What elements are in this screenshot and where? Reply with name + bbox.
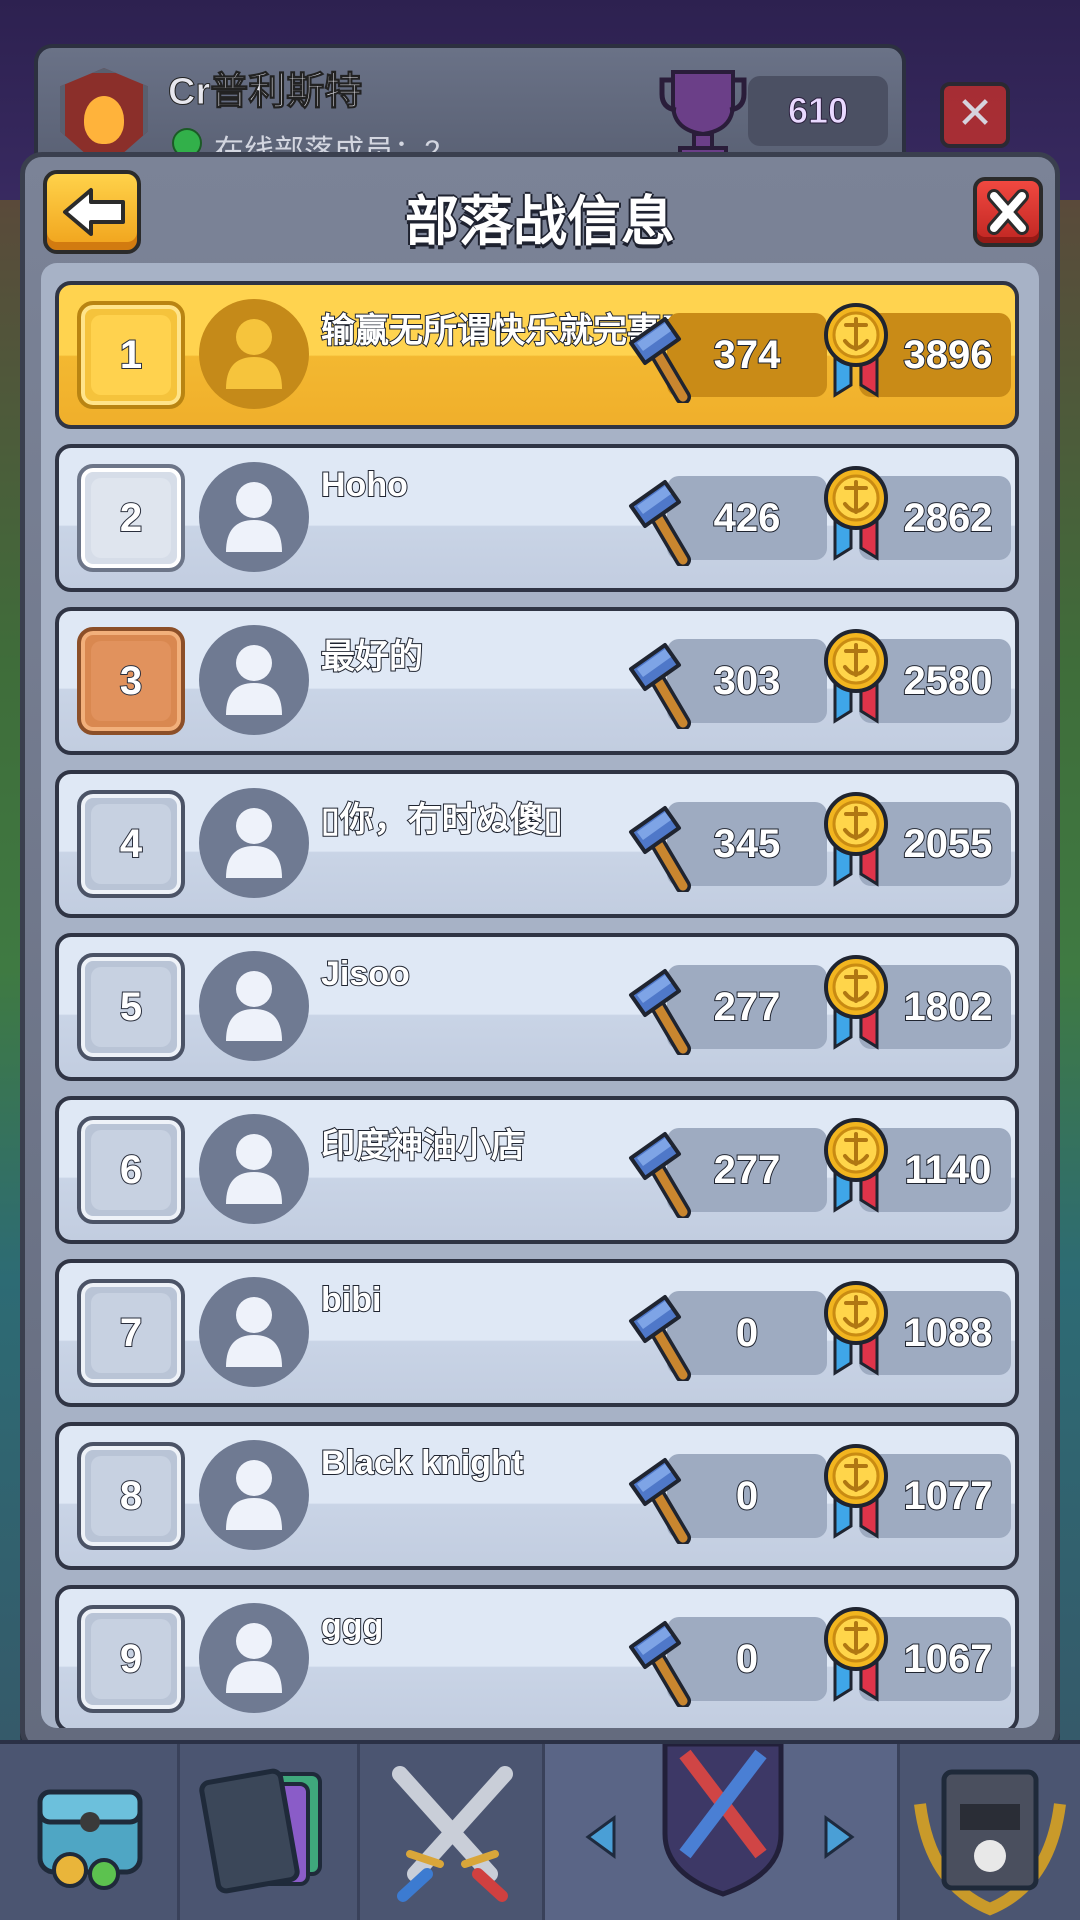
rank-badge: 1 xyxy=(77,301,185,409)
person-icon xyxy=(226,645,282,715)
hammer-icon xyxy=(629,969,691,1055)
medal-icon xyxy=(824,303,888,398)
person-icon xyxy=(226,1297,282,1367)
trophy-icon xyxy=(659,70,747,162)
rank-number: 1 xyxy=(91,315,171,395)
rank-badge: 8 xyxy=(77,1442,185,1550)
player-avatar[interactable] xyxy=(199,1603,309,1713)
participant-row[interactable]: 3 最好的 303 2580 xyxy=(55,607,1019,755)
rank-badge: 9 xyxy=(77,1605,185,1713)
player-name: ggg xyxy=(320,1606,384,1646)
nav-right-arrow-icon[interactable] xyxy=(822,1814,856,1860)
rank-number: 6 xyxy=(91,1130,171,1210)
medal-icon xyxy=(824,629,888,724)
participant-list[interactable]: 1 输赢无所谓快乐就完事了^³^ 374 3896 2 Hoho 426 286… xyxy=(41,263,1039,1728)
close-icon xyxy=(987,189,1029,235)
rank-number: 5 xyxy=(91,967,171,1047)
participant-row[interactable]: 1 输赢无所谓快乐就完事了^³^ 374 3896 xyxy=(55,281,1019,429)
cards-icon xyxy=(199,1768,322,1894)
rank-number: 7 xyxy=(91,1293,171,1373)
rank-badge: 4 xyxy=(77,790,185,898)
medal-icon xyxy=(824,466,888,561)
background-close-icon: ✕ xyxy=(940,82,1010,148)
clan-war-info-modal: 部落战信息 1 输赢无所谓快乐就完事了^³^ 374 3896 2 Hoho 4… xyxy=(20,152,1060,1752)
participant-row[interactable]: 5 Jisoo 277 1802 xyxy=(55,933,1019,1081)
player-avatar[interactable] xyxy=(199,788,309,898)
medal-icon xyxy=(824,1118,888,1213)
hammer-icon xyxy=(629,1132,691,1218)
medal-icon xyxy=(824,1281,888,1376)
player-name: Hoho xyxy=(320,465,409,505)
close-button[interactable] xyxy=(973,177,1043,247)
flame-icon xyxy=(84,96,124,144)
rank-badge: 7 xyxy=(77,1279,185,1387)
modal-title: 部落战信息 xyxy=(405,192,675,252)
participant-row[interactable]: 9 ggg 0 1067 xyxy=(55,1585,1019,1728)
nav-left-arrow-icon[interactable] xyxy=(584,1814,618,1860)
person-icon xyxy=(226,319,282,389)
player-avatar[interactable] xyxy=(199,1440,309,1550)
nav-cards[interactable] xyxy=(180,1744,360,1920)
player-avatar[interactable] xyxy=(199,951,309,1061)
player-name: 最好的 xyxy=(320,637,424,677)
person-icon xyxy=(226,482,282,552)
person-icon xyxy=(226,1623,282,1693)
hammer-icon xyxy=(629,806,691,892)
profile-knight-icon xyxy=(914,1769,1066,1916)
participant-row[interactable]: 6 印度神油小店 277 1140 xyxy=(55,1096,1019,1244)
medal-icon xyxy=(824,1607,888,1702)
nav-shop[interactable] xyxy=(0,1744,180,1920)
hammer-icon xyxy=(629,643,691,729)
rank-number: 3 xyxy=(91,641,171,721)
person-icon xyxy=(226,808,282,878)
medal-icon xyxy=(824,1444,888,1539)
rank-badge: 5 xyxy=(77,953,185,1061)
medal-icon xyxy=(824,955,888,1050)
player-name: Black knight xyxy=(320,1443,524,1483)
hammer-icon xyxy=(629,1458,691,1544)
player-name: bibi xyxy=(320,1280,382,1320)
rank-badge: 3 xyxy=(77,627,185,735)
nav-battle[interactable] xyxy=(360,1744,545,1920)
shop-chest-icon xyxy=(37,1789,143,1890)
participant-row[interactable]: 8 Black knight 0 1077 xyxy=(55,1422,1019,1570)
player-name: ▯你，冇时ぬ傻▯ xyxy=(320,800,563,840)
rank-number: 2 xyxy=(91,478,171,558)
player-avatar[interactable] xyxy=(199,1277,309,1387)
rank-badge: 2 xyxy=(77,464,185,572)
clan-trophy-count: 610 xyxy=(748,76,888,146)
rank-badge: 6 xyxy=(77,1116,185,1224)
clan-name: Cr普利斯特 xyxy=(167,71,363,114)
player-name: Jisoo xyxy=(320,954,411,994)
player-avatar[interactable] xyxy=(199,462,309,572)
rank-number: 8 xyxy=(91,1456,171,1536)
participant-row[interactable]: 2 Hoho 426 2862 xyxy=(55,444,1019,592)
hammer-icon xyxy=(629,317,691,403)
battle-swords-icon xyxy=(392,1766,513,1902)
bottom-nav xyxy=(0,1740,1080,1920)
participant-row[interactable]: 7 bibi 0 1088 xyxy=(55,1259,1019,1407)
person-icon xyxy=(226,1134,282,1204)
medal-icon xyxy=(824,792,888,887)
player-avatar[interactable] xyxy=(199,299,309,409)
player-avatar[interactable] xyxy=(199,1114,309,1224)
rank-number: 9 xyxy=(91,1619,171,1699)
participant-row[interactable]: 4 ▯你，冇时ぬ傻▯ 345 2055 xyxy=(55,770,1019,918)
player-avatar[interactable] xyxy=(199,625,309,735)
rank-number: 4 xyxy=(91,804,171,884)
hammer-icon xyxy=(629,480,691,566)
person-icon xyxy=(226,1460,282,1530)
hammer-icon xyxy=(629,1295,691,1381)
person-icon xyxy=(226,971,282,1041)
player-name: 印度神油小店 xyxy=(320,1126,526,1166)
hammer-icon xyxy=(629,1621,691,1707)
nav-profile[interactable] xyxy=(900,1744,1080,1920)
